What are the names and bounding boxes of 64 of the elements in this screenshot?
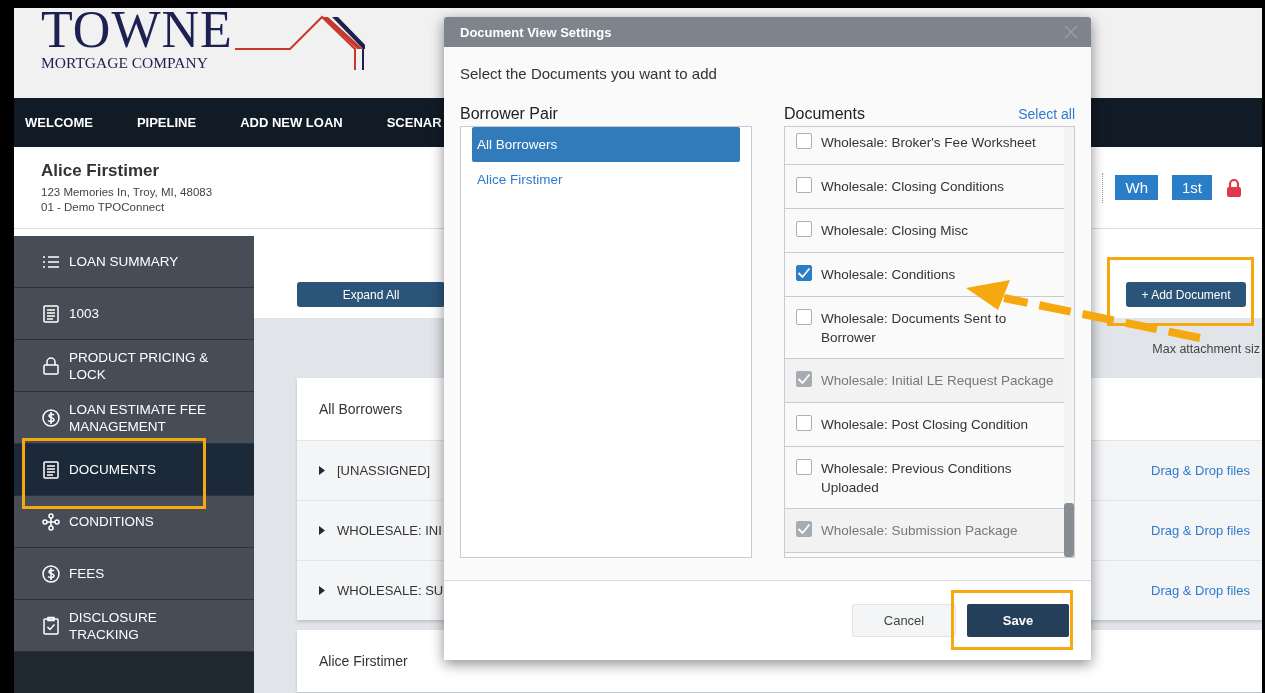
drop-files-link[interactable]: Drag & Drop files <box>1151 583 1250 598</box>
add-document-button[interactable]: + Add Document <box>1126 282 1246 307</box>
drop-files-link[interactable]: Drag & Drop files <box>1151 523 1250 538</box>
drop-files-link[interactable]: Drag & Drop files <box>1151 463 1250 478</box>
dialog-title: Document View Settings <box>460 24 612 40</box>
caret-icon[interactable] <box>319 526 325 535</box>
status-tag: Wh <box>1115 175 1158 200</box>
sidebar-item[interactable]: 1003 <box>14 288 254 340</box>
attachment-size-note: Max attachment siz <box>1152 342 1260 356</box>
save-button[interactable]: Save <box>967 604 1069 637</box>
cancel-button[interactable]: Cancel <box>852 604 956 637</box>
borrower-name: Alice Firstimer <box>41 160 161 181</box>
caret-icon[interactable] <box>319 466 325 475</box>
column-heading: Borrower Pair <box>460 105 558 123</box>
document-option: Wholesale: Conditions <box>821 265 956 284</box>
group-title: All Borrowers <box>319 401 403 417</box>
checkbox[interactable] <box>796 459 812 475</box>
checkbox[interactable] <box>796 133 812 149</box>
folder-name: [UNASSIGNED] <box>337 463 431 478</box>
close-icon[interactable] <box>1064 25 1078 39</box>
company-name: 01 - Demo TPOConnect <box>41 199 166 215</box>
select-all-link[interactable]: Select all <box>1018 106 1075 122</box>
sidebar-item[interactable]: DOCUMENTS <box>14 444 254 496</box>
nav-link[interactable]: WELCOME <box>25 115 93 130</box>
document-option: Wholesale: Closing Conditions <box>821 177 1005 196</box>
logo-name: TOWNE <box>41 8 233 54</box>
dollar-icon <box>41 407 61 428</box>
document-option: Wholesale: Post Closing Condition <box>821 415 1029 434</box>
status-tag: 1st <box>1172 175 1212 200</box>
network-icon <box>41 511 61 532</box>
document-option: Wholesale: Closing Misc <box>821 221 969 240</box>
sidebar-item[interactable]: LOAN SUMMARY <box>14 236 254 288</box>
caret-icon[interactable] <box>319 586 325 595</box>
page-icon <box>41 303 61 324</box>
logo-subtitle: MORTGAGE COMPANY <box>41 54 209 72</box>
clipboard-icon <box>41 615 61 636</box>
checkbox[interactable] <box>796 265 812 281</box>
checkbox[interactable] <box>796 221 812 237</box>
checkbox[interactable] <box>796 177 812 193</box>
folder-name: WHOLESALE: SU <box>337 583 444 598</box>
document-option: Wholesale: Previous Conditions Uploaded <box>821 459 1058 497</box>
document-icon <box>41 459 61 480</box>
document-option: Wholesale: Broker's Fee Worksheet <box>821 133 1036 152</box>
lock-icon <box>1226 177 1242 198</box>
borrower-address: 123 Memories In, Troy, MI, 48083 <box>41 184 213 200</box>
roof-icon <box>234 15 365 70</box>
expand-all-button[interactable]: Expand All <box>297 282 445 307</box>
scrollbar[interactable] <box>1064 127 1074 557</box>
borrower-option[interactable]: Alice Firstimer <box>472 162 740 197</box>
nav-link[interactable]: PIPELINE <box>136 115 197 130</box>
dialog-prompt: Select the Documents you want to add <box>460 65 718 82</box>
document-option: Wholesale: Documents Sent to Borrower <box>821 309 1058 347</box>
document-option: Wholesale: Submission Package <box>821 521 1018 540</box>
borrower-option[interactable]: All Borrowers <box>472 127 740 162</box>
column-heading: Documents <box>784 105 865 123</box>
group-title: Alice Firstimer <box>319 653 408 669</box>
nav-link[interactable]: SCENAR <box>386 115 442 130</box>
folder-name: WHOLESALE: INI <box>337 523 442 538</box>
checkbox[interactable] <box>796 415 812 431</box>
nav-link[interactable]: ADD NEW LOAN <box>240 115 343 130</box>
lock-icon <box>41 355 61 376</box>
document-option: Wholesale: Initial LE Request Package <box>821 371 1054 390</box>
checkbox[interactable] <box>796 309 812 325</box>
dollar-icon <box>41 563 61 584</box>
